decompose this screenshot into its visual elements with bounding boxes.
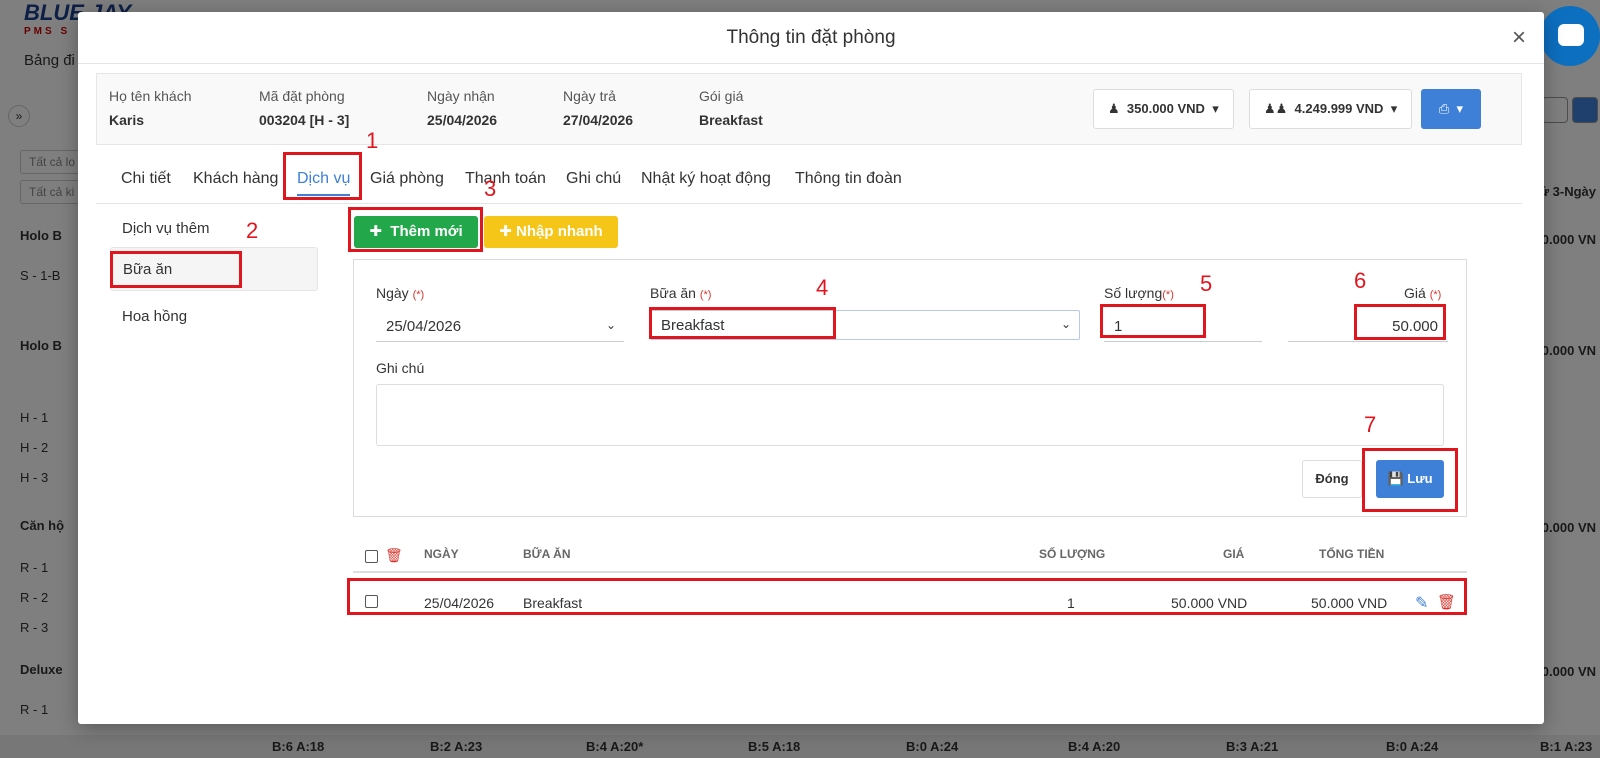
guest-name: Karis	[109, 112, 145, 128]
note-field-label: Ghi chú	[376, 360, 425, 376]
chevron-down-icon: ⌄	[1060, 317, 1071, 331]
caret-down-icon: ▾	[1212, 101, 1219, 116]
annotation-box-table-row	[347, 578, 1467, 615]
package-label: Gói giá	[699, 88, 744, 104]
print-icon: ⎙	[1438, 101, 1450, 116]
tab-details[interactable]: Chi tiết	[121, 170, 171, 188]
tab-customers[interactable]: Khách hàng	[193, 170, 278, 188]
meal-field-label: Bữa ăn (*)	[650, 285, 712, 301]
booking-code-info: Mã đặt phòng 003204 [H - 3]	[259, 88, 349, 128]
quick-entry-button[interactable]: ✚ Nhập nhanh	[484, 216, 618, 248]
modal-title: Thông tin đặt phòng	[726, 27, 896, 48]
tab-notes[interactable]: Ghi chú	[566, 170, 621, 188]
date-value: 25/04/2026	[386, 318, 462, 335]
annotation-number: 3	[484, 176, 497, 201]
checkout-info: Ngày trả 27/04/2026	[563, 88, 633, 128]
modal-header: Thông tin đặt phòng ×	[78, 12, 1544, 64]
annotation-box-quantity	[1100, 304, 1206, 338]
col-total: TỔNG TIỀN	[1319, 547, 1385, 561]
checkin-info: Ngày nhận 25/04/2026	[427, 88, 497, 128]
col-meal: BỮA ĂN	[523, 547, 571, 561]
annotation-number: 2	[246, 218, 259, 243]
chevron-down-icon: ⌄	[605, 318, 616, 332]
annotation-box-meal-select	[649, 307, 836, 339]
note-textarea[interactable]	[376, 384, 1444, 446]
side-item-extra-services[interactable]: Dịch vụ thêm	[110, 207, 318, 251]
annotation-box-services-tab	[283, 152, 362, 200]
booking-code: 003204 [H - 3]	[259, 112, 350, 128]
checkout-date: 27/04/2026	[563, 112, 634, 128]
col-price: GIÁ	[1223, 547, 1245, 561]
annotation-box-save	[1362, 448, 1458, 512]
date-select[interactable]: 25/04/2026 ⌄	[376, 312, 624, 342]
user-icon: ♟	[1108, 101, 1120, 116]
checkin-label: Ngày nhận	[427, 88, 495, 104]
annotation-number: 4	[816, 275, 829, 300]
annotation-number: 6	[1354, 268, 1367, 293]
close-button[interactable]: Đóng	[1302, 460, 1362, 498]
tab-payment[interactable]: Thanh toán	[465, 170, 546, 188]
close-icon[interactable]: ×	[1512, 24, 1526, 52]
col-quantity: SỐ LƯỢNG	[1039, 547, 1106, 561]
meal-form: Ngày (*) 25/04/2026 ⌄ Bữa ăn (*) Breakfa…	[353, 259, 1467, 517]
tab-room-rate[interactable]: Giá phòng	[370, 170, 444, 188]
caret-down-icon: ▾	[1456, 101, 1464, 116]
tab-activity-log[interactable]: Nhật ký hoạt động	[641, 170, 771, 188]
chat-button[interactable]	[1540, 6, 1600, 66]
package-info: Gói giá Breakfast	[699, 88, 763, 128]
checkout-label: Ngày trả	[563, 88, 616, 104]
users-icon: ♟♟	[1264, 101, 1288, 116]
group-price: 4.249.999 VND	[1294, 101, 1384, 116]
room-price: 350.000 VND	[1126, 101, 1205, 116]
quantity-field-label: Số lượng(*)	[1104, 285, 1174, 301]
guest-label: Họ tên khách	[109, 88, 192, 104]
chat-icon	[1558, 24, 1584, 46]
booking-code-label: Mã đặt phòng	[259, 88, 345, 104]
annotation-box-add-new	[348, 207, 483, 252]
package-name: Breakfast	[699, 112, 763, 128]
group-price-dropdown[interactable]: ♟♟ 4.249.999 VND ▾	[1249, 89, 1413, 129]
tab-group-info[interactable]: Thông tin đoàn	[795, 170, 902, 188]
print-button[interactable]: ⎙ ▾	[1421, 89, 1481, 129]
quick-entry-label: Nhập nhanh	[516, 223, 603, 240]
guest-info: Họ tên khách Karis	[109, 88, 192, 128]
side-item-commission[interactable]: Hoa hồng	[110, 295, 318, 339]
annotation-number: 7	[1364, 412, 1377, 437]
col-date: NGÀY	[424, 547, 459, 561]
plus-icon: ✚	[499, 223, 512, 240]
price-field-label: Giá (*)	[1404, 285, 1442, 301]
checkin-date: 25/04/2026	[427, 112, 498, 128]
annotation-box-meals	[110, 251, 242, 288]
room-price-dropdown[interactable]: ♟ 350.000 VND ▾	[1093, 89, 1234, 129]
meals-table-header: 🗑 NGÀY BỮA ĂN SỐ LƯỢNG GIÁ TỔNG TIỀN	[353, 537, 1467, 573]
booking-summary: Họ tên khách Karis Mã đặt phòng 003204 […	[96, 73, 1522, 145]
annotation-number: 5	[1200, 271, 1213, 296]
annotation-box-price	[1354, 304, 1446, 340]
annotation-number: 1	[366, 128, 379, 153]
trash-icon[interactable]: 🗑	[385, 547, 403, 564]
select-all-checkbox[interactable]	[365, 550, 378, 563]
caret-down-icon: ▾	[1390, 101, 1398, 116]
date-field-label: Ngày (*)	[376, 285, 425, 301]
booking-info-modal: Thông tin đặt phòng × Họ tên khách Karis…	[78, 12, 1544, 724]
